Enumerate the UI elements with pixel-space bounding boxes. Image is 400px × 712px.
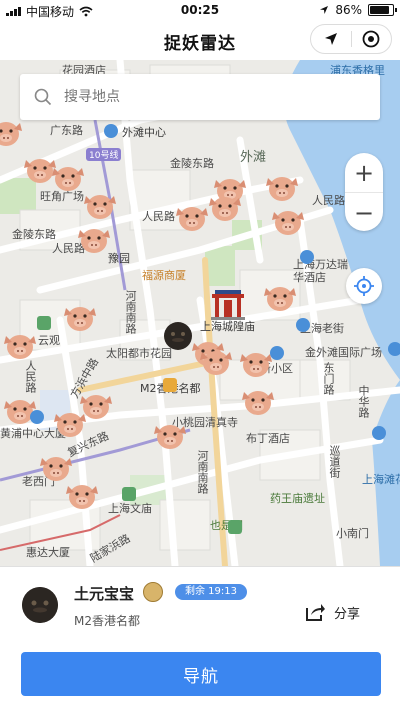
- pig-monster-marker[interactable]: [196, 344, 236, 378]
- locate-arrow-button[interactable]: [311, 25, 351, 53]
- map-label: 福源商厦: [142, 269, 186, 282]
- pig-monster-marker[interactable]: [62, 478, 102, 512]
- monster-avatar: [22, 587, 58, 623]
- nav-bar: 捉妖雷达: [0, 20, 400, 60]
- map-label: 金外滩国际广场: [305, 346, 382, 359]
- map-label: 东门路: [322, 362, 335, 395]
- zoom-out-button[interactable]: −: [345, 192, 383, 232]
- poi-marker-icon[interactable]: [30, 410, 44, 424]
- map-view[interactable]: 花园酒店 浦东香格里 广东路 外滩中心 10号线 金陵东路 外滩 旺角广场 金陵…: [0, 60, 400, 566]
- monster-avatar-icon: [22, 587, 58, 623]
- poi-marker-icon[interactable]: [300, 250, 314, 264]
- map-label: 上海城隍庙: [200, 320, 255, 333]
- pig-monster-marker[interactable]: [50, 406, 90, 440]
- poi-marker-icon[interactable]: [270, 346, 284, 360]
- poi-marker-icon[interactable]: [163, 378, 177, 392]
- pig-monster-marker[interactable]: [74, 222, 114, 256]
- monster-name: 土元宝宝: [74, 585, 135, 603]
- map-label: 上海文庙: [108, 502, 152, 515]
- location-arrow-icon: [320, 6, 329, 14]
- map-label: 金陵东路: [12, 228, 56, 241]
- share-icon: [306, 604, 325, 621]
- remaining-time-badge: 剩余 19:13: [175, 584, 247, 600]
- monster-location: M2香港名都: [74, 614, 140, 628]
- record-icon: [362, 30, 380, 48]
- map-label: 外滩: [240, 150, 267, 165]
- pig-monster-marker[interactable]: [262, 170, 302, 204]
- map-label: 云观: [38, 334, 60, 347]
- share-button[interactable]: 分享: [304, 602, 360, 622]
- map-label: 外滩中心: [122, 126, 166, 139]
- map-label: 人民路: [142, 210, 175, 223]
- search-bar[interactable]: [20, 74, 380, 120]
- close-miniprogram-button[interactable]: [351, 25, 391, 53]
- map-label: 布丁酒店: [246, 432, 290, 445]
- map-label: 小南门: [336, 527, 369, 540]
- temple-icon[interactable]: [209, 288, 247, 320]
- metro-line-label: 10号线: [86, 148, 122, 161]
- map-label: 上海滩花园: [362, 473, 400, 486]
- map-label: 人民路: [24, 360, 37, 393]
- pig-monster-marker[interactable]: [0, 328, 40, 362]
- zoom-in-button[interactable]: +: [345, 153, 383, 192]
- pig-monster-marker[interactable]: [260, 280, 300, 314]
- map-label: 药王庙遗址: [270, 492, 325, 505]
- pig-monster-marker[interactable]: [60, 300, 100, 334]
- pig-monster-marker[interactable]: [238, 384, 278, 418]
- locate-me-button[interactable]: [346, 268, 382, 304]
- map-label: 广东路: [50, 124, 83, 137]
- map-label: 惠达大厦: [26, 546, 70, 559]
- mini-program-capsule: [310, 24, 392, 54]
- map-label: 河南南路: [196, 450, 209, 494]
- map-label: 中华路: [357, 385, 370, 418]
- coin-icon: [143, 582, 163, 602]
- map-label: 巡道街: [328, 445, 341, 478]
- poi-marker-icon[interactable]: [122, 487, 136, 501]
- pig-monster-marker[interactable]: [205, 190, 245, 224]
- poi-marker-icon[interactable]: [37, 316, 51, 330]
- crosshair-icon: [354, 276, 374, 296]
- search-icon: [34, 88, 52, 106]
- poi-marker-icon[interactable]: [388, 342, 400, 356]
- navigation-arrow-icon: [324, 33, 337, 45]
- pig-monster-marker[interactable]: [0, 115, 26, 149]
- search-input[interactable]: [62, 88, 346, 106]
- navigate-button[interactable]: 导航: [21, 652, 381, 696]
- pig-monster-marker[interactable]: [268, 204, 308, 238]
- zoom-control: + −: [345, 153, 383, 231]
- status-bar: 中国移动 00:25 86%: [0, 0, 400, 20]
- map-label: 金陵东路: [170, 157, 214, 170]
- pig-monster-marker[interactable]: [150, 418, 190, 452]
- poi-marker-icon[interactable]: [228, 520, 242, 534]
- battery-icon: [368, 4, 397, 16]
- map-label: 河南南路: [124, 290, 137, 334]
- pig-monster-marker[interactable]: [80, 188, 120, 222]
- poi-marker-icon[interactable]: [372, 426, 386, 440]
- share-label: 分享: [334, 606, 361, 622]
- poi-marker-icon[interactable]: [104, 124, 118, 138]
- poi-marker-icon[interactable]: [296, 318, 310, 332]
- map-label: 人民路: [312, 194, 345, 207]
- battery-percent: 86%: [335, 3, 362, 17]
